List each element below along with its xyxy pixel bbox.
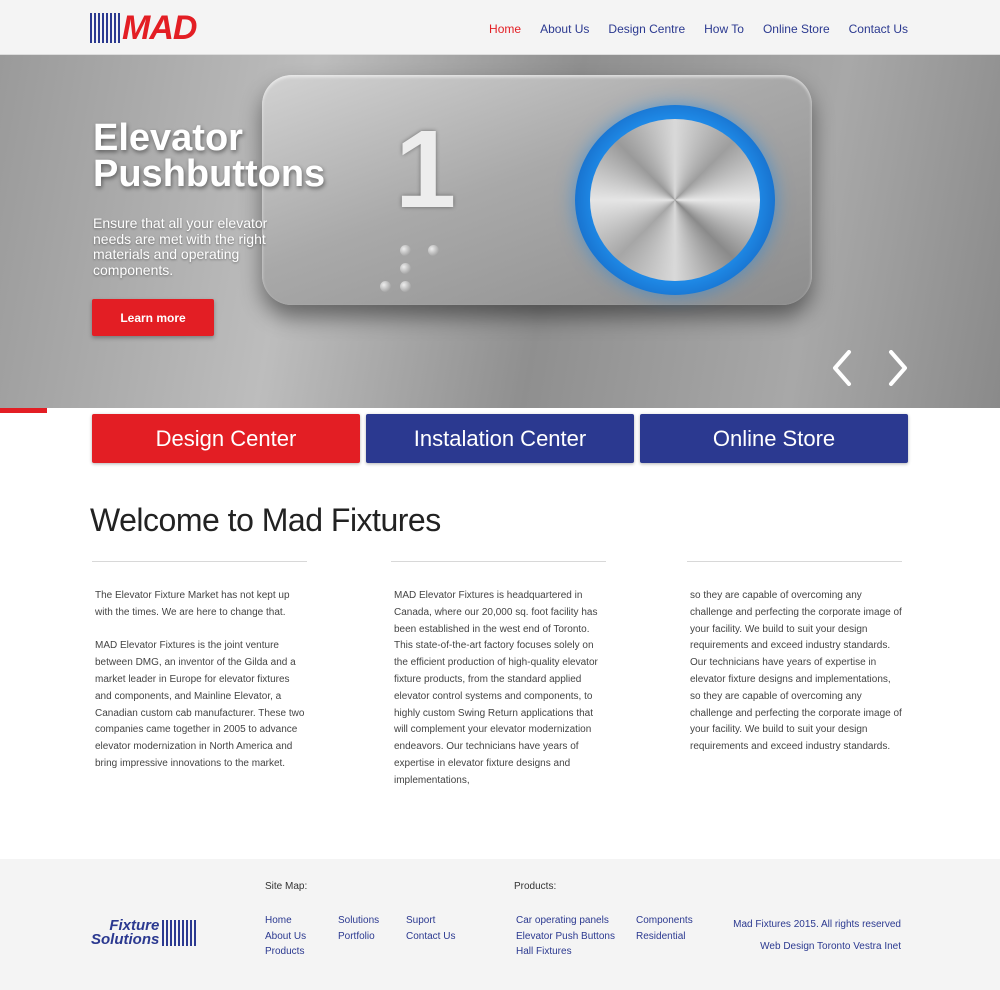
fixture-solutions-logo[interactable]: Fixture Solutions bbox=[91, 918, 197, 948]
footer-logo-bars bbox=[162, 920, 197, 946]
hero-title: Elevator Pushbuttons bbox=[93, 117, 326, 195]
nav-how-to[interactable]: How To bbox=[704, 22, 744, 36]
footer-link-hall-fixtures[interactable]: Hall Fixtures bbox=[516, 944, 615, 960]
design-center-button[interactable]: Design Center bbox=[92, 414, 360, 463]
hero-slider: 1 Elevator Pushbuttons Ensure that all y… bbox=[0, 55, 1000, 408]
sitemap-label: Site Map: bbox=[265, 881, 308, 892]
welcome-column-1: The Elevator Fixture Market has not kept… bbox=[92, 561, 307, 790]
footer-link-residential[interactable]: Residential bbox=[636, 929, 693, 945]
column-2-paragraph: MAD Elevator Fixtures is headquartered i… bbox=[394, 590, 598, 786]
column-1-paragraph-2: MAD Elevator Fixtures is the joint ventu… bbox=[95, 640, 305, 769]
products-links-col-2: Components Residential bbox=[636, 913, 693, 944]
site-header: MAD Home About Us Design Centre How To O… bbox=[0, 0, 1000, 55]
sitemap-links-col-3: Suport Contact Us bbox=[406, 913, 455, 944]
footer-link-support[interactable]: Suport bbox=[406, 913, 455, 929]
footer-link-elevator-push-buttons[interactable]: Elevator Push Buttons bbox=[516, 929, 615, 945]
nav-home[interactable]: Home bbox=[489, 22, 521, 36]
copyright-text: Mad Fixtures 2015. All rights reserved bbox=[733, 919, 901, 930]
main-nav: Home About Us Design Centre How To Onlin… bbox=[489, 22, 908, 36]
online-store-button[interactable]: Online Store bbox=[640, 414, 908, 463]
site-footer: Fixture Solutions Site Map: Products: Ho… bbox=[0, 859, 1000, 990]
welcome-column-2: MAD Elevator Fixtures is headquartered i… bbox=[391, 561, 606, 806]
nav-about-us[interactable]: About Us bbox=[540, 22, 589, 36]
sitemap-links-col-1: Home About Us Products bbox=[265, 913, 306, 960]
welcome-heading: Welcome to Mad Fixtures bbox=[90, 502, 441, 538]
steel-pushbutton bbox=[590, 119, 760, 281]
learn-more-button[interactable]: Learn more bbox=[92, 299, 214, 336]
footer-link-contact-us[interactable]: Contact Us bbox=[406, 929, 455, 945]
mad-logo[interactable]: MAD bbox=[90, 9, 197, 47]
nav-contact-us[interactable]: Contact Us bbox=[849, 22, 908, 36]
products-links-col-1: Car operating panels Elevator Push Butto… bbox=[516, 913, 615, 960]
footer-logo-line-2: Solutions bbox=[91, 931, 160, 948]
nav-design-centre[interactable]: Design Centre bbox=[608, 22, 685, 36]
products-label: Products: bbox=[514, 881, 557, 892]
logo-text: MAD bbox=[122, 9, 197, 47]
design-credit: Web Design Toronto Vestra Inet bbox=[760, 941, 901, 952]
logo-bars bbox=[90, 13, 120, 43]
footer-link-products[interactable]: Products bbox=[265, 944, 306, 960]
column-1-paragraph-1: The Elevator Fixture Market has not kept… bbox=[95, 590, 290, 618]
welcome-column-3: so they are capable of overcoming any ch… bbox=[687, 561, 902, 773]
nav-online-store[interactable]: Online Store bbox=[763, 22, 830, 36]
sitemap-links-col-2: Solutions Portfolio bbox=[338, 913, 379, 944]
footer-link-about-us[interactable]: About Us bbox=[265, 929, 306, 945]
footer-link-components[interactable]: Components bbox=[636, 913, 693, 929]
floor-numeral: 1 bbox=[395, 108, 457, 231]
chevron-left-icon[interactable] bbox=[832, 350, 852, 386]
footer-link-solutions[interactable]: Solutions bbox=[338, 913, 379, 929]
slider-progress-bar bbox=[0, 408, 47, 413]
hero-text: Ensure that all your elevator needs are … bbox=[93, 215, 268, 278]
chevron-right-icon[interactable] bbox=[888, 350, 908, 386]
footer-link-portfolio[interactable]: Portfolio bbox=[338, 929, 379, 945]
installation-center-button[interactable]: Instalation Center bbox=[366, 414, 634, 463]
footer-link-car-operating-panels[interactable]: Car operating panels bbox=[516, 913, 615, 929]
footer-copyright-block: Mad Fixtures 2015. All rights reserved W… bbox=[733, 914, 901, 958]
footer-link-home[interactable]: Home bbox=[265, 913, 306, 929]
column-3-paragraph: so they are capable of overcoming any ch… bbox=[690, 590, 902, 753]
footer-logo-text: Fixture Solutions bbox=[91, 918, 160, 948]
